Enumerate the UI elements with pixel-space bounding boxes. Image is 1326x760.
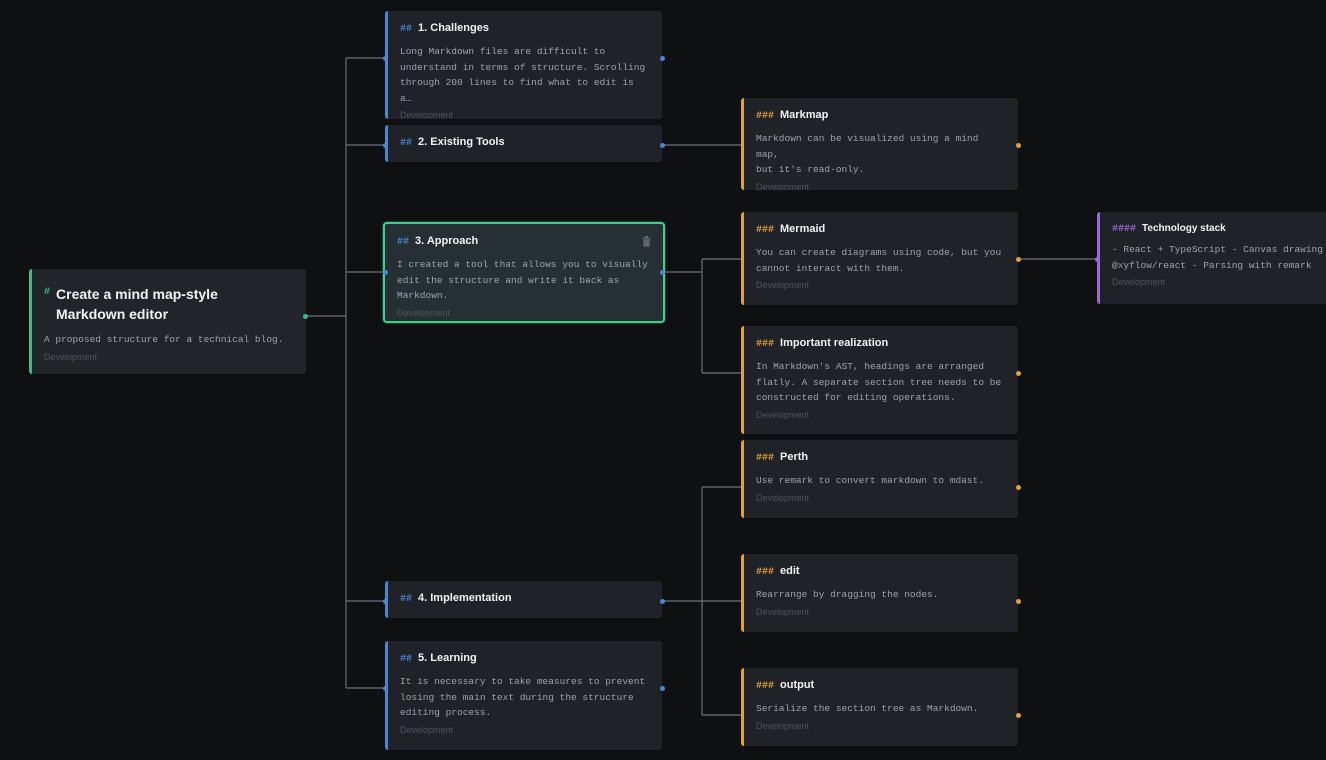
node-body: Use remark to convert markdown to mdast. [756, 475, 985, 486]
tech-stack-target-handle[interactable] [1095, 257, 1100, 262]
node-root[interactable]: # Create a mind map-style Markdown edito… [29, 269, 306, 374]
node-tag: Development [44, 351, 98, 362]
learning-target-handle[interactable] [383, 686, 388, 691]
node-technology-stack[interactable]: #### Technology stack - React + TypeScri… [1097, 212, 1326, 304]
node-title: Mermaid [780, 223, 826, 235]
node-approach[interactable]: ## 3. Approach I created a tool that all… [383, 222, 665, 323]
node-body: In Markdown's AST, headings are arranged… [756, 361, 1002, 403]
node-mermaid[interactable]: ### Mermaid You can create diagrams usin… [741, 212, 1018, 305]
node-tag: Development [756, 280, 810, 290]
node-body: - React + TypeScript - Canvas drawing @x… [1112, 244, 1323, 271]
node-tag: Development [400, 110, 454, 119]
challenges-source-handle[interactable] [660, 56, 665, 61]
node-tag: Development [756, 720, 810, 731]
heading-marker: ### [756, 111, 775, 122]
node-title: 3. Approach [415, 235, 479, 247]
node-body: You can create diagrams using code, but … [756, 247, 1002, 274]
heading-marker: #### [1112, 224, 1137, 235]
node-tag: Development [400, 724, 454, 735]
heading-marker: ## [400, 654, 413, 665]
node-challenges[interactable]: ## 1. Challenges Long Markdown files are… [385, 11, 662, 119]
existing-tools-source-handle[interactable] [660, 143, 665, 148]
node-title: output [780, 679, 815, 691]
node-markmap[interactable]: ### Markmap Markdown can be visualized u… [741, 98, 1018, 190]
approach-target-handle[interactable] [383, 270, 388, 275]
implementation-target-handle[interactable] [383, 599, 388, 604]
mermaid-source-handle[interactable] [1016, 257, 1021, 262]
node-title: edit [780, 565, 800, 577]
node-title: Create a mind map-style Markdown editor [56, 286, 218, 322]
heading-marker: ## [400, 24, 413, 35]
node-title: Markmap [780, 109, 829, 121]
output-source-handle[interactable] [1016, 713, 1021, 718]
node-tag: Development [1112, 277, 1166, 287]
root-source-handle[interactable] [303, 314, 308, 319]
heading-marker: # [44, 287, 51, 298]
node-body: Long Markdown files are difficult to und… [400, 46, 646, 104]
heading-marker: ### [756, 567, 775, 578]
node-important-realization[interactable]: ### Important realization In Markdown's … [741, 326, 1018, 434]
implementation-source-handle[interactable] [660, 599, 665, 604]
node-title: Important realization [780, 337, 889, 349]
node-implementation[interactable]: ## 4. Implementation [385, 581, 662, 618]
node-output[interactable]: ### output Serialize the section tree as… [741, 668, 1018, 746]
realization-source-handle[interactable] [1016, 371, 1021, 376]
node-title: 5. Learning [418, 652, 477, 664]
node-tag: Development [756, 409, 810, 420]
node-title: 1. Challenges [418, 22, 489, 34]
node-title: 4. Implementation [418, 592, 512, 604]
markmap-source-handle[interactable] [1016, 143, 1021, 148]
trash-icon[interactable] [642, 236, 651, 247]
existing-tools-target-handle[interactable] [383, 143, 388, 148]
node-tag: Development [756, 181, 810, 191]
heading-marker: ### [756, 681, 775, 692]
node-tag: Development [397, 307, 451, 318]
challenges-target-handle[interactable] [383, 56, 388, 61]
node-perth[interactable]: ### Perth Use remark to convert markdown… [741, 440, 1018, 518]
node-existing-tools[interactable]: ## 2. Existing Tools [385, 125, 662, 162]
node-title: Technology stack [1142, 223, 1226, 234]
heading-marker: ### [756, 339, 775, 350]
mind-map-canvas[interactable]: # Create a mind map-style Markdown edito… [0, 0, 1326, 760]
node-tag: Development [756, 492, 810, 503]
learning-source-handle[interactable] [660, 686, 665, 691]
approach-source-handle[interactable] [660, 270, 665, 275]
node-title: 2. Existing Tools [418, 136, 505, 148]
heading-marker: ## [400, 138, 413, 149]
heading-marker: ## [397, 237, 410, 248]
node-body: I created a tool that allows you to visu… [397, 259, 648, 301]
node-tag: Development [756, 606, 810, 617]
node-body: Serialize the section tree as Markdown. [756, 703, 979, 714]
heading-marker: ## [400, 594, 413, 605]
node-body: It is necessary to take measures to prev… [400, 676, 646, 718]
heading-marker: ### [756, 225, 775, 236]
edit-source-handle[interactable] [1016, 599, 1021, 604]
perth-source-handle[interactable] [1016, 485, 1021, 490]
node-learning[interactable]: ## 5. Learning It is necessary to take m… [385, 641, 662, 750]
node-edit[interactable]: ### edit Rearrange by dragging the nodes… [741, 554, 1018, 632]
node-title: Perth [780, 451, 809, 463]
node-body: Markdown can be visualized using a mind … [756, 133, 979, 175]
edges-layer [306, 57, 1098, 716]
node-body: Rearrange by dragging the nodes. [756, 589, 939, 600]
node-body: A proposed structure for a technical blo… [44, 334, 284, 345]
heading-marker: ### [756, 453, 775, 464]
